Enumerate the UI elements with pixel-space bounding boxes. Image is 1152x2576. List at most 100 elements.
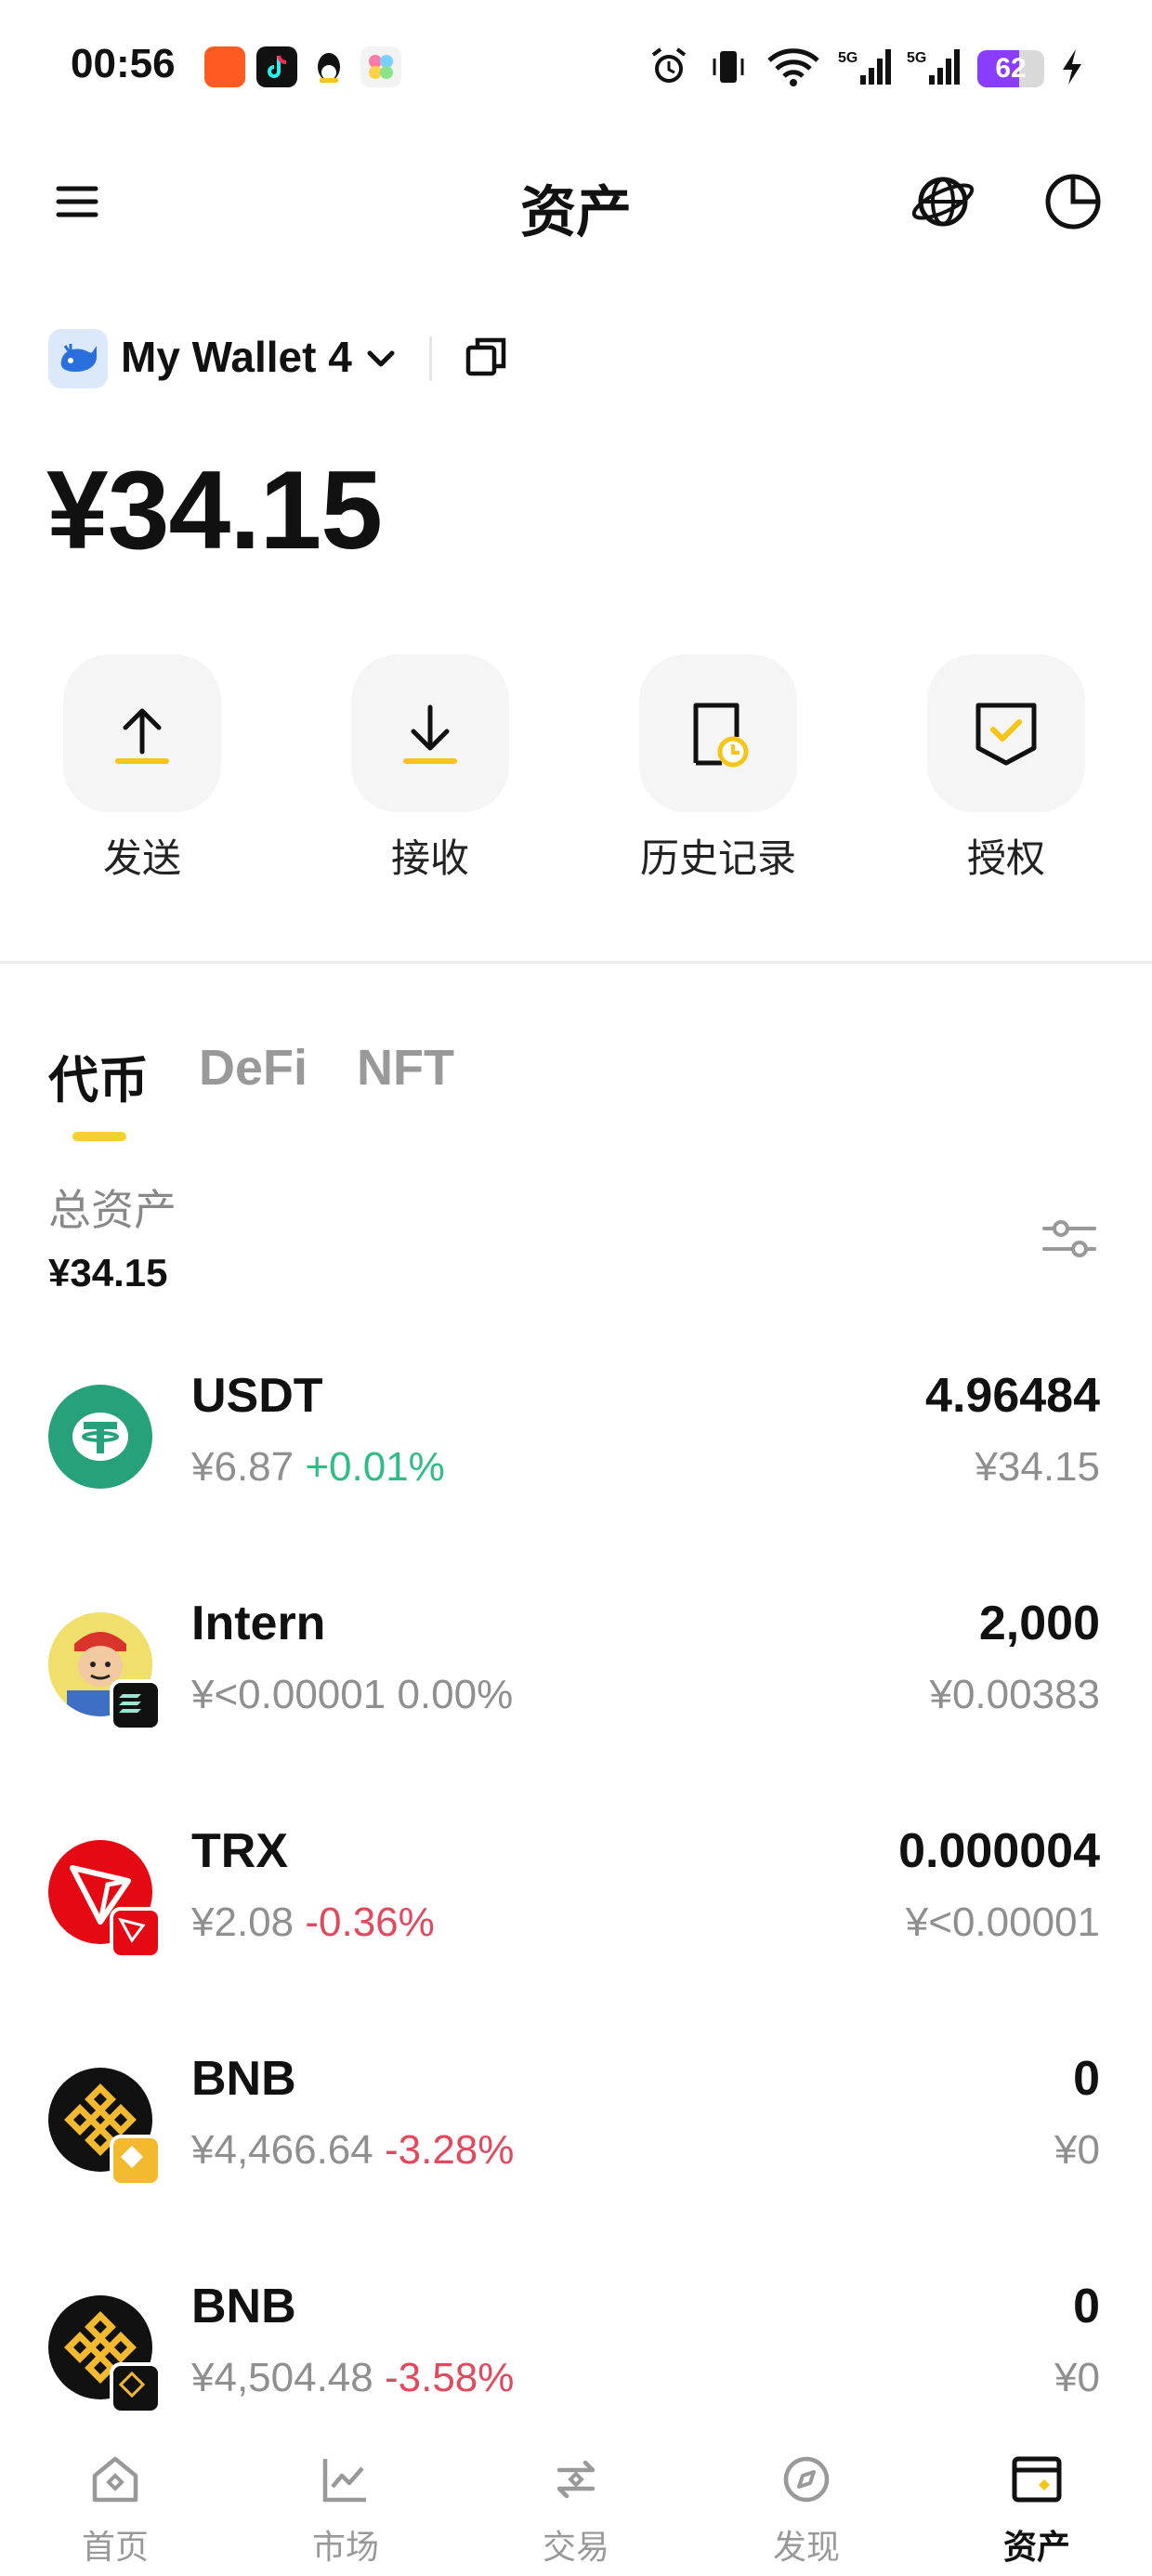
- total-assets-label: 总资产: [48, 1186, 177, 1234]
- charging-icon: [1054, 41, 1091, 93]
- wallet-divider: [429, 336, 432, 381]
- token-price: ¥2.08 -0.36%: [191, 1899, 435, 1946]
- token-name: Intern: [191, 1597, 326, 1650]
- wallet-avatar[interactable]: [48, 329, 108, 388]
- usdt-logo-icon: [48, 1385, 152, 1489]
- battery-indicator: 62: [977, 50, 1044, 87]
- token-row-intern[interactable]: Intern ¥<0.00001 0.00% 2,000 ¥0.00383: [0, 1547, 1152, 1775]
- discover-icon: [777, 2450, 836, 2509]
- nav-home[interactable]: 首页: [0, 2427, 230, 2576]
- copy-address-button[interactable]: [461, 331, 513, 388]
- token-name: USDT: [191, 1369, 323, 1423]
- nav-label: 资产: [1002, 2528, 1070, 2566]
- wallet-name[interactable]: My Wallet 4: [121, 332, 352, 382]
- copy-icon: [465, 337, 506, 376]
- nav-assets[interactable]: 资产: [922, 2427, 1152, 2576]
- send-label: 发送: [102, 836, 181, 880]
- portfolio-chart-button[interactable]: [1031, 160, 1115, 243]
- token-price-value: ¥2.08: [191, 1899, 295, 1945]
- nav-discover[interactable]: 发现: [691, 2427, 922, 2576]
- token-amount: 0: [1073, 2052, 1100, 2106]
- token-change: +0.01%: [305, 1444, 445, 1490]
- token-amount: 0.000004: [898, 1824, 1100, 1878]
- token-change: -3.28%: [384, 2127, 515, 2173]
- nav-market[interactable]: 市场: [230, 2427, 461, 2576]
- total-assets-value: ¥34.15: [48, 1251, 168, 1295]
- globe-icon: [911, 177, 975, 227]
- douyin-app-icon: [256, 46, 297, 87]
- nav-label: 交易: [542, 2528, 609, 2566]
- token-change: -0.36%: [305, 1899, 435, 1945]
- pie-chart-icon: [1045, 174, 1101, 230]
- wifi-icon: [764, 41, 823, 93]
- token-change: 0.00%: [397, 1672, 514, 1717]
- assets-icon: [1007, 2450, 1067, 2509]
- history-label: 历史记录: [639, 836, 796, 880]
- authorize-label: 授权: [966, 836, 1045, 880]
- signal-5g-2-icon: 5G: [903, 41, 962, 93]
- token-row-bnb[interactable]: BNB ¥4,466.64 -3.28% 0 ¥0: [0, 2003, 1152, 2230]
- battery-level: 62: [995, 53, 1027, 84]
- status-time: 00:56: [71, 41, 176, 86]
- chevron-down-icon[interactable]: [362, 340, 399, 382]
- token-row-bnb-2[interactable]: BNB ¥4,504.48 -3.58% 0 ¥0: [0, 2230, 1152, 2458]
- token-price: ¥<0.00001 0.00%: [191, 1672, 513, 1718]
- token-fiat-value: ¥0.00383: [929, 1672, 1100, 1717]
- signal-5g-icon: 5G: [834, 41, 894, 93]
- tab-defi[interactable]: DeFi: [199, 1039, 308, 1097]
- token-row-usdt[interactable]: USDT ¥6.87 +0.01% 4.96484 ¥34.15: [0, 1320, 1152, 1547]
- tab-tokens[interactable]: 代币: [48, 1039, 149, 1112]
- svg-text:5G: 5G: [907, 50, 926, 66]
- alarm-icon: [645, 41, 693, 93]
- token-amount: 2,000: [978, 1597, 1100, 1650]
- svg-text:5G: 5G: [838, 50, 857, 66]
- section-divider: [0, 961, 1152, 964]
- token-price-value: ¥6.87: [191, 1444, 295, 1490]
- history-button[interactable]: [639, 654, 797, 812]
- total-balance: ¥34.15: [46, 448, 383, 572]
- receive-icon: [403, 704, 457, 764]
- bottom-nav: 首页 市场 交易 发现 资产: [0, 2427, 1152, 2576]
- token-fiat-value: ¥0: [1054, 2355, 1100, 2400]
- token-row-trx[interactable]: TRX ¥2.08 -0.36% 0.000004 ¥<0.00001: [0, 1775, 1152, 2003]
- trade-icon: [546, 2450, 606, 2509]
- token-price-value: ¥<0.00001: [191, 1672, 386, 1717]
- token-name: BNB: [191, 2052, 296, 2106]
- taobao-app-icon: [204, 46, 245, 87]
- receive-label: 接收: [390, 836, 469, 880]
- solana-chain-badge-icon: [110, 1679, 162, 1731]
- token-fiat-value: ¥34.15: [975, 1444, 1100, 1490]
- token-price: ¥6.87 +0.01%: [191, 1444, 445, 1491]
- gallery-app-icon: [360, 46, 401, 87]
- authorize-icon: [975, 703, 1037, 766]
- whale-icon: [60, 344, 97, 372]
- nav-label: 发现: [772, 2528, 840, 2566]
- active-tab-indicator: [72, 1132, 126, 1141]
- token-name: TRX: [191, 1824, 288, 1878]
- tab-nft[interactable]: NFT: [357, 1039, 454, 1097]
- token-change: -3.58%: [384, 2355, 515, 2400]
- token-fiat-value: ¥0: [1054, 2127, 1100, 2173]
- send-icon: [115, 708, 169, 764]
- token-price-value: ¥4,504.48: [191, 2355, 373, 2400]
- network-button[interactable]: [901, 160, 985, 243]
- send-button[interactable]: [63, 654, 221, 812]
- token-amount: 4.96484: [925, 1369, 1100, 1423]
- nav-trade[interactable]: 交易: [461, 2427, 691, 2576]
- filter-settings-button[interactable]: [1039, 1208, 1100, 1274]
- authorize-button[interactable]: [927, 654, 1085, 812]
- token-amount: 0: [1073, 2280, 1100, 2333]
- token-name: BNB: [191, 2280, 296, 2333]
- bnb-chain-badge-icon: [110, 2135, 162, 2187]
- nav-label: 首页: [81, 2528, 149, 2566]
- token-price: ¥4,504.48 -3.58%: [191, 2355, 514, 2401]
- token-fiat-value: ¥<0.00001: [905, 1899, 1100, 1945]
- receive-button[interactable]: [351, 654, 509, 812]
- opbnb-chain-badge-icon: [110, 2362, 162, 2414]
- vibrate-icon: [704, 41, 753, 93]
- sliders-icon: [1042, 1220, 1096, 1257]
- nav-label: 市场: [311, 2528, 379, 2566]
- tron-chain-badge-icon: [110, 1907, 162, 1959]
- qq-app-icon: [308, 46, 349, 87]
- market-icon: [316, 2450, 375, 2509]
